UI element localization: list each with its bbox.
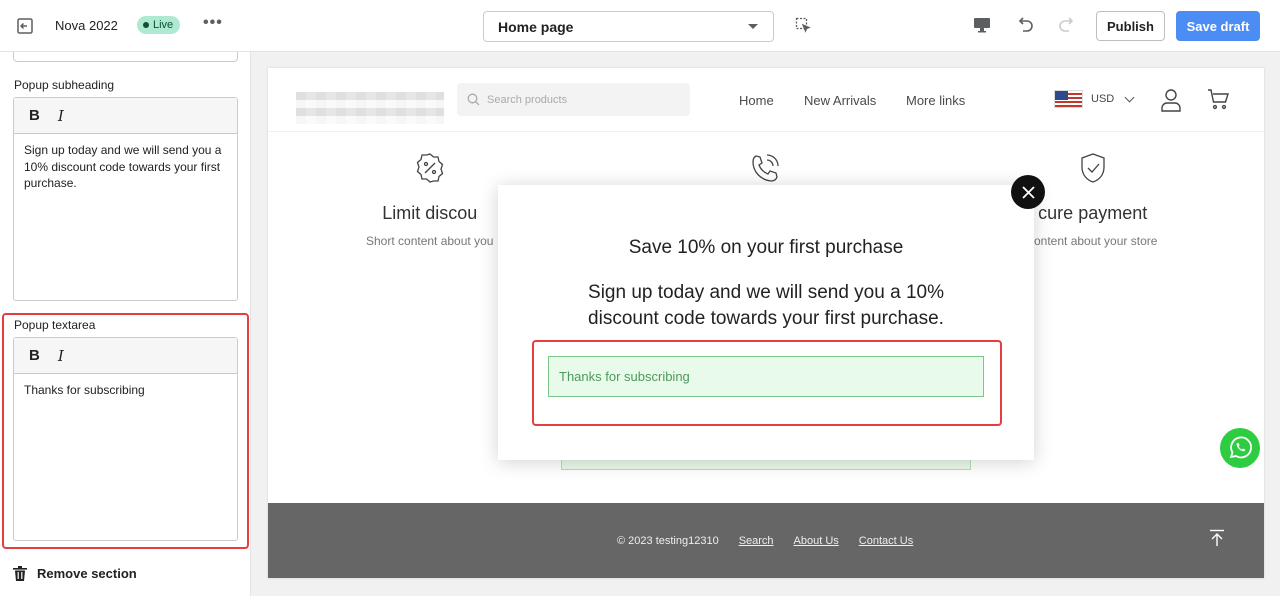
chevron-down-icon — [748, 24, 758, 29]
editor-toolbar: B I — [14, 98, 237, 134]
whatsapp-icon — [1229, 436, 1252, 459]
more-actions-button[interactable]: ••• — [203, 14, 223, 32]
live-dot-icon — [143, 22, 149, 28]
desktop-icon[interactable] — [973, 16, 991, 34]
exit-icon[interactable] — [16, 17, 34, 35]
shield-check-icon — [1081, 153, 1105, 183]
footer-link-contact-us[interactable]: Contact Us — [859, 535, 913, 547]
feature-title: Limit discou — [382, 203, 478, 223]
live-badge: Live — [137, 16, 181, 34]
us-flag-icon — [1054, 90, 1083, 108]
popup-heading: Save 10% on your first purchase — [628, 237, 904, 258]
chevron-down-icon — [1124, 92, 1135, 102]
feature-limit-discount: Limit discou Short content about you — [366, 152, 493, 248]
currency-label: USD — [1091, 93, 1115, 105]
nav-link-new-arrivals[interactable]: New Arrivals — [804, 93, 876, 108]
editor-topbar: Nova 2022 Live ••• Home page Publish Sav… — [0, 0, 1280, 52]
remove-section-label: Remove section — [37, 566, 137, 581]
account-icon[interactable] — [1160, 88, 1182, 112]
remove-section-button[interactable]: Remove section — [13, 566, 137, 581]
popup-subheading: Sign up today and we will send you a 10%… — [588, 282, 944, 329]
footer-links: © 2023 testing12310 Search About Us Cont… — [617, 535, 913, 547]
inspector-icon[interactable] — [795, 17, 811, 33]
footer-copyright: © 2023 testing12310 — [617, 535, 719, 547]
page-select-value: Home page — [498, 18, 574, 35]
live-badge-label: Live — [153, 19, 174, 31]
save-draft-button[interactable]: Save draft — [1176, 11, 1260, 41]
highlight-box — [2, 313, 249, 549]
scroll-to-top-icon[interactable] — [1209, 529, 1225, 547]
theme-name: Nova 2022 — [55, 18, 118, 33]
undo-icon[interactable] — [1015, 15, 1035, 35]
store-footer: © 2023 testing12310 Search About Us Cont… — [268, 503, 1264, 578]
highlight-box — [532, 340, 1002, 426]
feature-secure-payment: cure payment content about your store — [1028, 152, 1157, 248]
publish-button[interactable]: Publish — [1096, 11, 1165, 41]
search-icon — [467, 93, 480, 106]
nav-link-more-links[interactable]: More links — [906, 93, 965, 108]
page-select[interactable]: Home page — [483, 11, 774, 42]
close-icon — [1021, 185, 1035, 199]
trash-icon — [13, 566, 27, 581]
feature-subtitle: Short content about you — [366, 234, 494, 248]
phone-call-icon — [752, 154, 779, 182]
store-search-input[interactable]: Search products — [457, 83, 690, 116]
discount-badge-icon — [416, 153, 443, 183]
popup-subheading-label: Popup subheading — [14, 78, 115, 92]
section-settings-sidebar: Popup subheading B I Sign up today and w… — [0, 52, 251, 596]
popup-subheading-editor[interactable]: B I Sign up today and we will send you a… — [13, 97, 238, 301]
currency-selector[interactable]: USD — [1054, 90, 1135, 108]
footer-link-about-us[interactable]: About Us — [794, 535, 839, 547]
whatsapp-chat-button[interactable] — [1220, 428, 1260, 468]
search-placeholder: Search products — [487, 93, 568, 106]
popup-close-button[interactable] — [1011, 175, 1045, 209]
cart-icon[interactable] — [1207, 88, 1229, 110]
store-header: Search products Home New Arrivals More l… — [268, 68, 1264, 132]
previous-field[interactable] — [13, 52, 238, 62]
redo-icon[interactable] — [1057, 15, 1077, 35]
popup-subheading-text[interactable]: Sign up today and we will send you a 10%… — [14, 134, 237, 200]
nav-link-home[interactable]: Home — [739, 93, 774, 108]
footer-link-search[interactable]: Search — [739, 535, 774, 547]
store-logo[interactable] — [296, 92, 444, 124]
italic-button[interactable]: I — [58, 107, 64, 125]
bold-button[interactable]: B — [29, 107, 40, 124]
feature-subtitle: content about your store — [1028, 234, 1158, 248]
feature-title: cure payment — [1038, 203, 1148, 223]
